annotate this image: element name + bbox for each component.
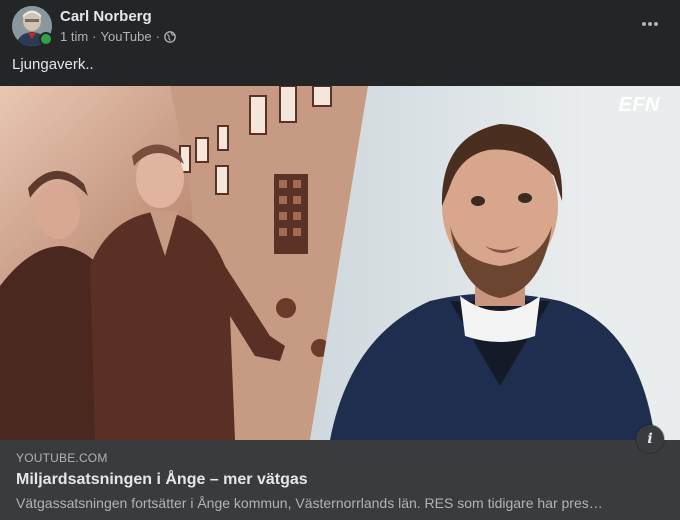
post-time[interactable]: 1 tim — [60, 29, 88, 44]
more-horizontal-icon — [642, 22, 658, 26]
post-header: Carl Norberg 1 tim · YouTube · — [0, 0, 680, 50]
link-preview[interactable]: YOUTUBE.COM Miljardsatsningen i Ånge – m… — [0, 440, 680, 520]
info-button[interactable]: i — [636, 425, 664, 453]
author-avatar[interactable] — [12, 6, 53, 46]
author-name[interactable]: Carl Norberg — [60, 8, 152, 25]
post-meta: 1 tim · YouTube · — [60, 29, 176, 44]
meta-separator: · — [92, 29, 97, 44]
link-title[interactable]: Miljardsatsningen i Ånge – mer vätgas — [16, 471, 308, 489]
efn-watermark: EFN — [618, 94, 660, 116]
more-options-button[interactable] — [634, 8, 666, 40]
interview-photo-man — [310, 86, 680, 440]
post-text: Ljungaverk.. — [12, 56, 94, 73]
facebook-post: Carl Norberg 1 tim · YouTube · Ljungaver… — [0, 0, 680, 520]
post-source: YouTube — [100, 29, 152, 44]
link-domain: YOUTUBE.COM — [16, 451, 108, 465]
link-preview-image[interactable]: EFN — [0, 86, 680, 440]
online-status-dot — [39, 32, 53, 46]
link-description: Vätgassatsningen fortsätter i Ånge kommu… — [16, 495, 603, 511]
globe-icon[interactable] — [164, 30, 176, 43]
info-icon: i — [647, 431, 653, 447]
meta-separator: · — [155, 29, 160, 44]
